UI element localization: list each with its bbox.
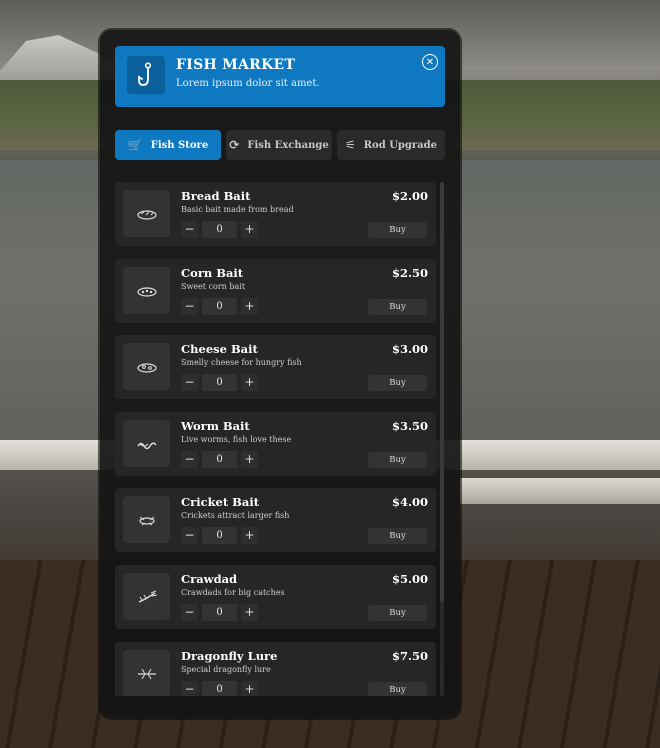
list-item: Crawdad Crawdads for big catches $5.00 −… xyxy=(115,565,436,629)
close-icon[interactable]: ✕ xyxy=(422,54,438,70)
list-item: Cheese Bait Smelly cheese for hungry fis… xyxy=(115,335,436,399)
decrease-button[interactable]: − xyxy=(181,681,198,696)
decrease-button[interactable]: − xyxy=(181,298,198,315)
increase-button[interactable]: + xyxy=(241,681,258,696)
quantity-field[interactable]: 0 xyxy=(202,221,237,238)
quantity-field[interactable]: 0 xyxy=(202,374,237,391)
decrease-button[interactable]: − xyxy=(181,604,198,621)
buy-button[interactable]: Buy xyxy=(368,528,427,544)
fishing-hook-icon xyxy=(127,56,165,94)
list-item: Dragonfly Lure Special dragonfly lure $7… xyxy=(115,642,436,696)
item-list[interactable]: Bread Bait Basic bait made from bread $2… xyxy=(115,182,436,696)
tab-label: Fish Exchange xyxy=(247,139,329,151)
pier-railing-right xyxy=(460,478,660,504)
item-price: $2.00 xyxy=(391,189,428,203)
item-name: Crawdad xyxy=(181,572,238,586)
quantity-field[interactable]: 0 xyxy=(202,451,237,468)
crawdad-icon xyxy=(123,573,170,620)
market-subtitle: Lorem ipsum dolor sit amet. xyxy=(176,78,320,89)
decrease-button[interactable]: − xyxy=(181,374,198,391)
bread-bait-icon xyxy=(123,190,170,237)
market-header: FISH MARKET Lorem ipsum dolor sit amet. … xyxy=(115,46,445,107)
worm-bait-icon xyxy=(123,420,170,467)
tab-fish-exchange[interactable]: ⟳ Fish Exchange xyxy=(226,130,332,160)
item-description: Sweet corn bait xyxy=(181,282,246,291)
quantity-stepper: − 0 + xyxy=(181,604,258,621)
item-name: Bread Bait xyxy=(181,189,251,203)
item-description: Crawdads for big catches xyxy=(181,588,285,597)
decrease-button[interactable]: − xyxy=(181,527,198,544)
item-description: Special dragonfly lure xyxy=(181,665,271,674)
scrollbar-thumb[interactable] xyxy=(440,182,444,602)
item-name: Cricket Bait xyxy=(181,495,260,509)
tab-bar: 🛒 Fish Store ⟳ Fish Exchange ⚟ Rod Upgra… xyxy=(115,130,445,160)
buy-button[interactable]: Buy xyxy=(368,375,427,391)
tab-rod-upgrade[interactable]: ⚟ Rod Upgrade xyxy=(337,130,445,160)
cheese-bait-icon xyxy=(123,343,170,390)
increase-button[interactable]: + xyxy=(241,527,258,544)
corn-bait-icon xyxy=(123,267,170,314)
quantity-stepper: − 0 + xyxy=(181,451,258,468)
quantity-field[interactable]: 0 xyxy=(202,681,237,696)
quantity-stepper: − 0 + xyxy=(181,681,258,696)
buy-button[interactable]: Buy xyxy=(368,682,427,696)
quantity-stepper: − 0 + xyxy=(181,298,258,315)
item-name: Dragonfly Lure xyxy=(181,649,278,663)
cricket-bait-icon xyxy=(123,496,170,543)
quantity-field[interactable]: 0 xyxy=(202,604,237,621)
item-description: Smelly cheese for hungry fish xyxy=(181,358,302,367)
buy-button[interactable]: Buy xyxy=(368,452,427,468)
dragonfly-lure-icon xyxy=(123,650,170,696)
item-name: Worm Bait xyxy=(181,419,250,433)
buy-button[interactable]: Buy xyxy=(368,299,427,315)
quantity-stepper: − 0 + xyxy=(181,374,258,391)
item-price: $3.50 xyxy=(391,419,428,433)
quantity-field[interactable]: 0 xyxy=(202,298,237,315)
increase-button[interactable]: + xyxy=(241,451,258,468)
item-name: Corn Bait xyxy=(181,266,244,280)
tab-label: Fish Store xyxy=(150,139,209,151)
cart-icon: 🛒 xyxy=(127,138,143,152)
increase-button[interactable]: + xyxy=(241,298,258,315)
list-item: Cricket Bait Crickets attract larger fis… xyxy=(115,488,436,552)
item-description: Live worms, fish love these xyxy=(181,435,292,444)
item-name: Cheese Bait xyxy=(181,342,258,356)
quantity-field[interactable]: 0 xyxy=(202,527,237,544)
fishing-rod-icon: ⚟ xyxy=(344,138,356,152)
item-price: $3.00 xyxy=(391,342,428,356)
quantity-stepper: − 0 + xyxy=(181,527,258,544)
market-title: FISH MARKET xyxy=(176,57,296,73)
fish-market-panel: FISH MARKET Lorem ipsum dolor sit amet. … xyxy=(100,30,460,718)
tab-fish-store[interactable]: 🛒 Fish Store xyxy=(115,130,221,160)
item-price: $4.00 xyxy=(391,495,428,509)
list-item: Worm Bait Live worms, fish love these $3… xyxy=(115,412,436,476)
increase-button[interactable]: + xyxy=(241,221,258,238)
buy-button[interactable]: Buy xyxy=(368,605,427,621)
decrease-button[interactable]: − xyxy=(181,451,198,468)
item-price: $7.50 xyxy=(391,649,428,663)
list-item: Bread Bait Basic bait made from bread $2… xyxy=(115,182,436,246)
quantity-stepper: − 0 + xyxy=(181,221,258,238)
tab-label: Rod Upgrade xyxy=(363,139,438,151)
exchange-icon: ⟳ xyxy=(229,138,240,152)
increase-button[interactable]: + xyxy=(241,374,258,391)
item-description: Crickets attract larger fish xyxy=(181,511,290,520)
buy-button[interactable]: Buy xyxy=(368,222,427,238)
item-price: $5.00 xyxy=(391,572,428,586)
item-price: $2.50 xyxy=(391,266,428,280)
increase-button[interactable]: + xyxy=(241,604,258,621)
list-item: Corn Bait Sweet corn bait $2.50 − 0 + Bu… xyxy=(115,259,436,323)
item-description: Basic bait made from bread xyxy=(181,205,294,214)
decrease-button[interactable]: − xyxy=(181,221,198,238)
scrollbar[interactable] xyxy=(440,182,444,696)
